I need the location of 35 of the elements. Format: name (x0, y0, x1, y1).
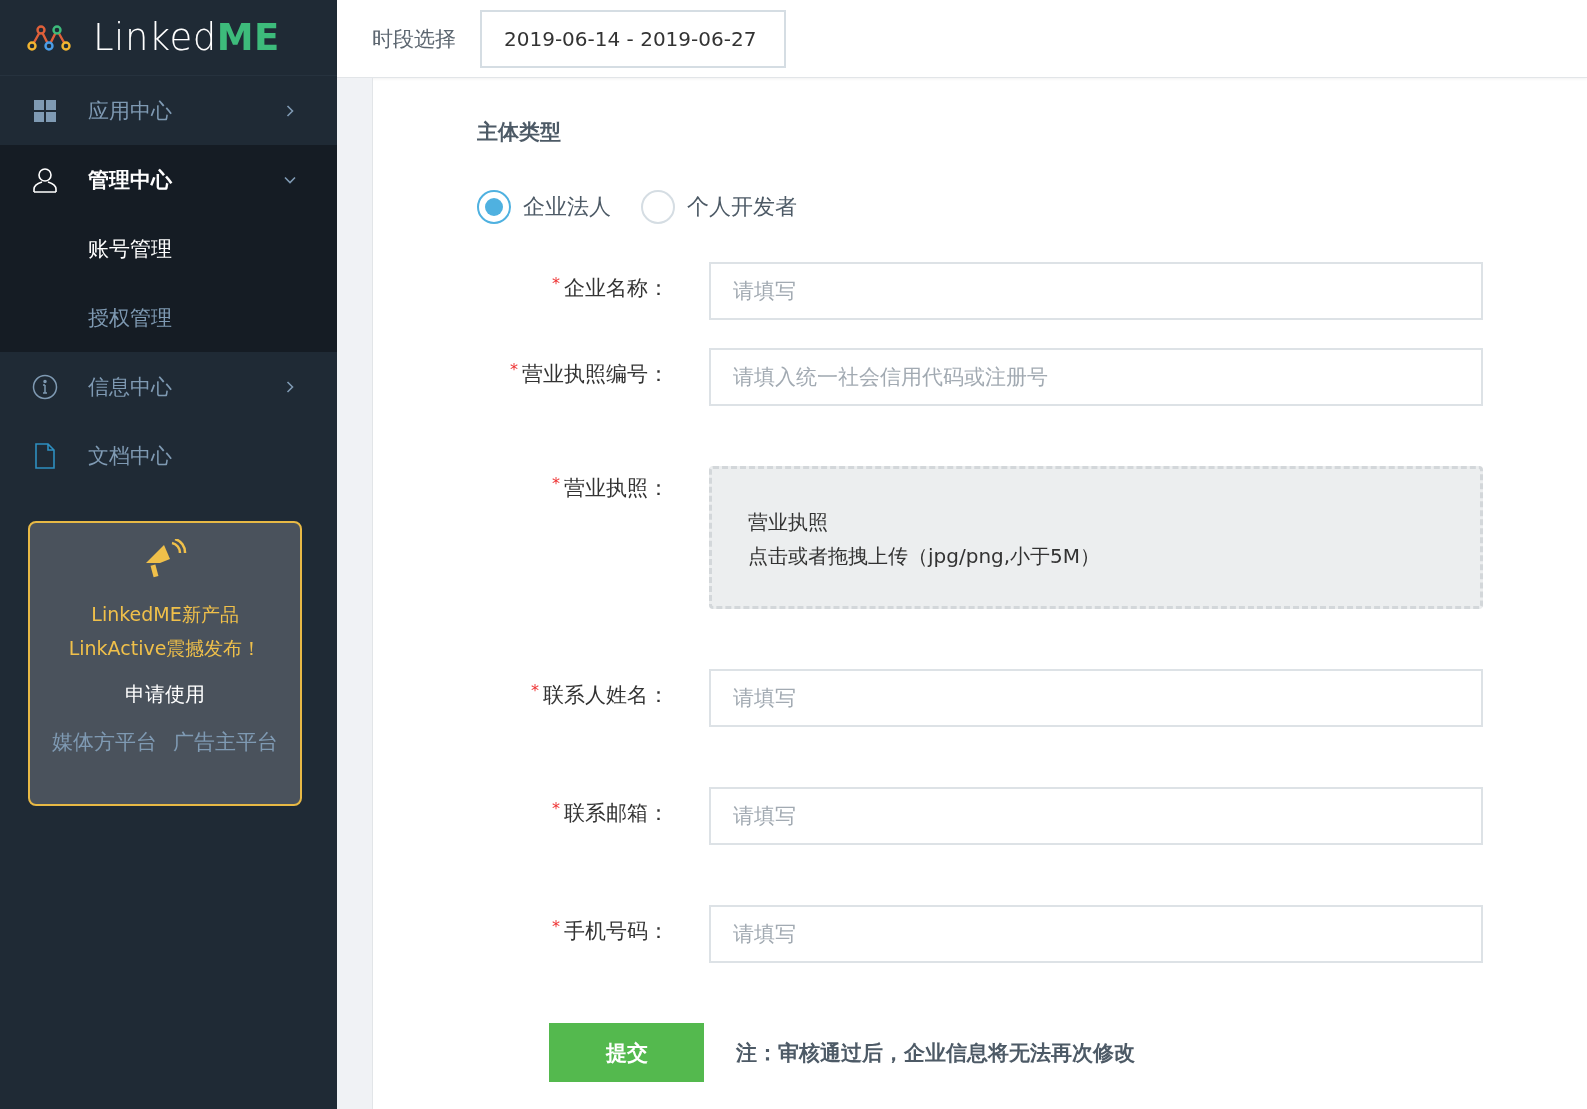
field-label: * 营业执照编号： (509, 359, 670, 388)
date-range-field[interactable]: 2019-06-14 - 2019-06-27 (480, 9, 787, 68)
upload-area[interactable]: 营业执照 点击或者拖拽上传（jpg/png,小于5M） (709, 466, 1483, 609)
text-input[interactable]: 请填写 (709, 262, 1483, 320)
field-label: * 联系人姓名： (530, 680, 670, 709)
field-label: * 营业执照： (551, 473, 670, 502)
submenu-item[interactable]: 账号管理 (0, 214, 337, 283)
note-text: 注：审核通过后，企业信息将无法再次修改 (736, 1039, 1135, 1067)
field-label: * 手机号码： (551, 916, 670, 945)
document-icon (35, 442, 55, 469)
info-icon (32, 373, 58, 400)
promo-text: LinkActive震撼发布！ (68, 636, 262, 661)
submenu-item[interactable]: 授权管理 (0, 283, 337, 352)
sidebar-menu-item[interactable]: 应用中心 (0, 76, 337, 145)
radio-option[interactable]: 个人开发者 (641, 190, 797, 224)
sidebar-menu-item[interactable]: 文档中心 (0, 421, 337, 490)
radio-button[interactable] (477, 190, 511, 224)
logo-text: Linked ME (93, 16, 280, 59)
text-input[interactable]: 请填入统一社会信用代码或注册号 (709, 348, 1483, 406)
apply-link[interactable]: 申请使用 (125, 681, 205, 708)
radio-option[interactable]: 企业法人 (477, 190, 611, 224)
promo-text: LinkedME新产品 (91, 602, 239, 627)
sidebar-menu-item[interactable]: 管理中心 (0, 145, 337, 214)
radio-label: 企业法人 (523, 193, 611, 221)
section-title: 主体类型 (477, 119, 562, 146)
text-input[interactable]: 请填写 (709, 669, 1483, 727)
radio-label: 个人开发者 (687, 193, 797, 221)
field-label: * 联系邮箱： (551, 798, 670, 827)
grid-icon (33, 98, 57, 123)
sidebar-menu-item[interactable]: 信息中心 (0, 352, 337, 421)
text-input[interactable]: 请填写 (709, 787, 1483, 845)
text-input[interactable]: 请填写 (709, 905, 1483, 963)
user-icon (32, 166, 58, 193)
period-label: 时段选择 (372, 25, 456, 53)
field-label: * 企业名称： (551, 273, 670, 302)
